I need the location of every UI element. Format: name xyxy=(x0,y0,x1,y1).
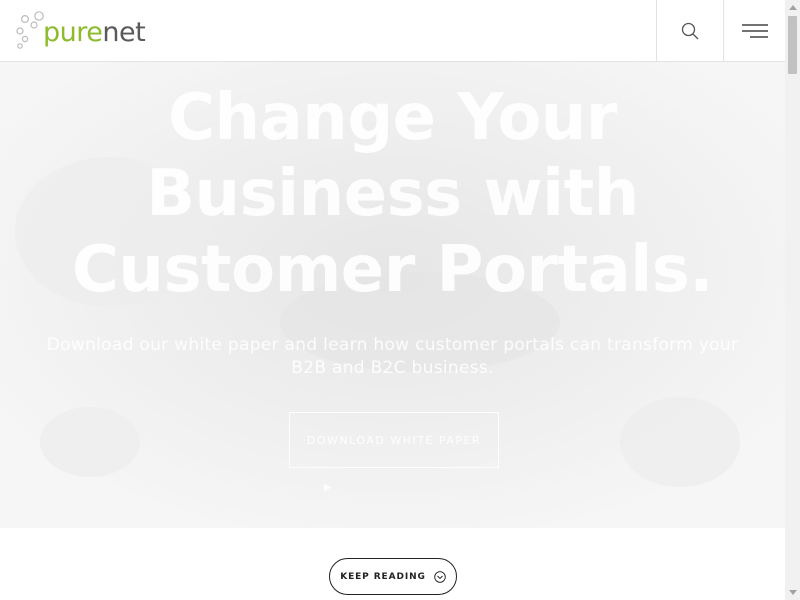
purenet-logo[interactable]: purenet xyxy=(14,10,146,52)
hamburger-menu-icon xyxy=(741,24,768,38)
hero-subtitle: Download our white paper and learn how c… xyxy=(46,335,739,378)
play-indicator-icon: ▶ xyxy=(324,482,332,493)
chevron-down-circle-icon xyxy=(434,570,446,583)
menu-button[interactable] xyxy=(723,0,785,62)
scroll-up-icon xyxy=(788,5,797,10)
keep-reading-button[interactable]: KEEP READING xyxy=(329,558,457,595)
hero-title: Change Your Business with Customer Porta… xyxy=(71,81,714,307)
search-icon xyxy=(681,22,699,40)
logo-text-net: net xyxy=(102,17,146,48)
page-scrollbar[interactable] xyxy=(785,0,800,600)
logo-wordmark: purenet xyxy=(43,17,146,48)
hero-banner: Change Your Business with Customer Porta… xyxy=(0,62,785,528)
logo-bubbles-icon xyxy=(16,11,44,49)
scroll-up-arrow[interactable] xyxy=(785,0,800,15)
download-white-paper-button[interactable]: DOWNLOAD WHITE PAPER xyxy=(289,412,499,468)
scroll-down-arrow[interactable] xyxy=(785,585,800,600)
keep-reading-label: KEEP READING xyxy=(340,571,426,582)
logo-text-pure: pure xyxy=(43,17,103,48)
site-header: purenet xyxy=(0,0,785,62)
scroll-down-icon xyxy=(788,590,797,595)
search-button[interactable] xyxy=(656,0,723,62)
scroll-thumb[interactable] xyxy=(788,16,797,74)
